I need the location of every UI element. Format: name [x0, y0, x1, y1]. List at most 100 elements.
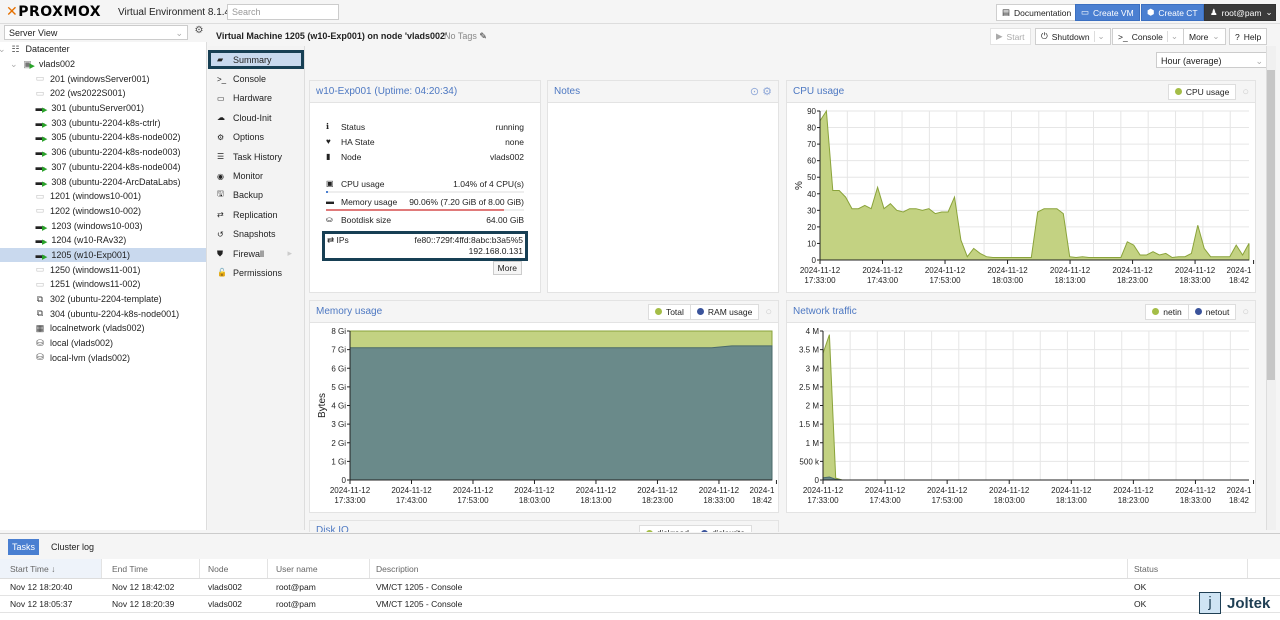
- tree-item[interactable]: ▬ ▶ 1204 (w10-RAv32): [0, 233, 206, 248]
- start-button[interactable]: ▶ Start: [990, 28, 1031, 45]
- tree-item[interactable]: ▭ 1202 (windows10-002): [0, 204, 206, 219]
- search-input[interactable]: Search: [227, 4, 339, 20]
- task-cell: VM/CT 1205 - Console: [376, 582, 463, 592]
- tree-item[interactable]: ▬ ▶ 1203 (windows10-003): [0, 218, 206, 233]
- legend-diskread[interactable]: diskread: [640, 526, 695, 532]
- x-tick-label: 17:53:00: [457, 496, 489, 505]
- hdd-icon: ⛀: [326, 215, 333, 224]
- template-icon: ⧉: [36, 308, 44, 319]
- menu-item-hardware[interactable]: ▭ Hardware: [208, 89, 304, 108]
- x-tick-label: 18:23:00: [642, 496, 674, 505]
- disk-io-legend[interactable]: diskreaddiskwrite: [638, 525, 752, 532]
- power-icon: ⏻: [1041, 31, 1048, 41]
- y-tick-label: 60: [807, 157, 816, 166]
- tab-cluster-log[interactable]: Cluster log: [47, 539, 98, 555]
- menu-item-task-history[interactable]: ☰ Task History: [208, 147, 304, 166]
- console-button[interactable]: >_ Console ⌄: [1112, 28, 1185, 45]
- timeframe-select[interactable]: Hour (average) ⌄: [1156, 52, 1268, 68]
- col-node[interactable]: Node: [200, 559, 268, 578]
- tree-item[interactable]: ▬ ▶ 307 (ubuntu-2204-k8s-node004): [0, 160, 206, 175]
- tree-item[interactable]: ⧉ 302 (ubuntu-2204-template): [0, 292, 206, 307]
- tree-item[interactable]: ▬ ▶ 301 (ubuntuServer001): [0, 101, 206, 116]
- tree-item[interactable]: ▭ 201 (windowsServer001): [0, 71, 206, 86]
- x-tick-label: 18:42: [752, 496, 773, 505]
- tree-item[interactable]: ▭ 1201 (windows10-001): [0, 189, 206, 204]
- tree-item[interactable]: ▦ localnetwork (vlads002): [0, 321, 206, 336]
- memory-icon: ▬: [326, 197, 334, 206]
- col-end-time[interactable]: End Time: [102, 559, 200, 578]
- task-row[interactable]: Nov 12 18:20:40 Nov 12 18:42:02 vlads002 ro…: [0, 579, 1280, 596]
- menu-item-firewall[interactable]: ⛊ Firewall ▸: [208, 244, 304, 263]
- tags-edit[interactable]: No Tags ✎: [444, 31, 487, 42]
- gear-icon[interactable]: ⚙: [762, 86, 772, 98]
- expand-icon[interactable]: ⊙: [750, 86, 759, 98]
- expand-chevron-icon[interactable]: ⌄: [10, 59, 18, 70]
- help-button[interactable]: ? Help: [1229, 28, 1268, 45]
- x-tick-label: 2024-11-12: [987, 266, 1028, 275]
- col-user-name[interactable]: User name: [268, 559, 370, 578]
- content-scrollbar-thumb[interactable]: [1267, 70, 1275, 380]
- legend-netin[interactable]: netin: [1146, 304, 1189, 319]
- y-tick-label: 3 M: [806, 364, 820, 373]
- collapse-icon[interactable]: ○: [1242, 306, 1249, 318]
- menu-item-options[interactable]: ⚙ Options: [208, 128, 304, 147]
- memory-legend[interactable]: Total RAM usage: [647, 303, 760, 320]
- vm-title: Virtual Machine 1205 (w10-Exp001) on nod…: [216, 31, 448, 41]
- legend-dot: [654, 308, 662, 315]
- legend-diskwrite[interactable]: diskwrite: [695, 526, 751, 532]
- documentation-button[interactable]: ▤ Documentation: [996, 4, 1078, 21]
- shutdown-button[interactable]: ⏻ Shutdown ⌄: [1035, 28, 1111, 45]
- tree-item[interactable]: ⛁ local-lvm (vlads002): [0, 350, 206, 365]
- tree-item[interactable]: ⛁ local (vlads002): [0, 336, 206, 351]
- menu-item-monitor[interactable]: ◉ Monitor: [208, 166, 304, 185]
- col-status[interactable]: Status: [1128, 559, 1248, 578]
- tree-item[interactable]: ⌄ ☷ Datacenter: [0, 42, 206, 57]
- menu-item-backup[interactable]: 🖫 Backup: [208, 186, 304, 205]
- tree-item[interactable]: ▬ ▶ 303 (ubuntu-2204-k8s-ctrlr): [0, 115, 206, 130]
- running-badge-icon: ▶: [42, 165, 48, 173]
- tree-item[interactable]: ▬ ▶ 308 (ubuntu-2204-ArcDataLabs): [0, 174, 206, 189]
- memory-usage-chart: 01 Gi2 Gi3 Gi4 Gi5 Gi6 Gi7 Gi8 Gi2024-11…: [317, 327, 777, 505]
- more-ips-button[interactable]: More: [492, 261, 522, 275]
- tree-item[interactable]: ⧉ 304 (ubuntu-2204-k8s-node001): [0, 306, 206, 321]
- task-row[interactable]: Nov 12 18:05:37 Nov 12 18:20:39 vlads002 ro…: [0, 596, 1280, 613]
- expand-chevron-icon[interactable]: ⌄: [0, 44, 6, 55]
- ip-address: 192.168.0.131: [468, 246, 523, 256]
- create-vm-button[interactable]: ▭ Create VM: [1075, 4, 1140, 21]
- col-description[interactable]: Description: [370, 559, 1128, 578]
- menu-item-snapshots[interactable]: ↺ Snapshots: [208, 225, 304, 244]
- collapse-icon[interactable]: ○: [1242, 86, 1249, 98]
- menu-item-permissions[interactable]: 🔓 Permissions: [208, 263, 304, 282]
- tree-item[interactable]: ▬ ▶ 306 (ubuntu-2204-k8s-node003): [0, 145, 206, 160]
- legend-cpu-usage[interactable]: CPU usage: [1169, 85, 1235, 99]
- menu-item-label: Hardware: [233, 93, 273, 104]
- x-tick-label: 18:42: [1229, 276, 1250, 285]
- tree-item[interactable]: ▬ ▶ 305 (ubuntu-2204-k8s-node002): [0, 130, 206, 145]
- server-view-select[interactable]: Server View ⌄: [4, 25, 188, 40]
- tree-item[interactable]: ▭ 202 (ws2022S001): [0, 86, 206, 101]
- x-tick-label: 2024-11-12: [1050, 266, 1091, 275]
- menu-item-replication[interactable]: ⇄ Replication: [208, 205, 304, 224]
- network-legend[interactable]: netin netout: [1145, 303, 1237, 320]
- legend-netout[interactable]: netout: [1189, 305, 1236, 319]
- tree-item[interactable]: ▬ ▶ 1205 (w10-Exp001): [0, 247, 206, 263]
- menu-item-cloud-init[interactable]: ☁ Cloud-Init: [208, 108, 304, 127]
- user-menu-button[interactable]: ♟ root@pam ⌄: [1204, 4, 1276, 21]
- tree-item[interactable]: ▭ 1250 (windows11-001): [0, 262, 206, 277]
- collapse-icon[interactable]: ○: [765, 306, 772, 318]
- tab-tasks[interactable]: Tasks: [8, 538, 40, 555]
- cpu-legend[interactable]: CPU usage: [1167, 83, 1237, 100]
- tree-item[interactable]: ▭ 1251 (windows11-002): [0, 277, 206, 292]
- tree-item[interactable]: ⌄ ▣ ▶ vlads002: [0, 57, 206, 72]
- tree-item-label: 307 (ubuntu-2204-k8s-node004): [51, 161, 181, 172]
- gear-icon[interactable]: ⚙: [191, 25, 207, 40]
- info-icon: ℹ: [326, 122, 330, 131]
- legend-total[interactable]: Total: [649, 304, 691, 319]
- menu-item-label: Backup: [233, 190, 264, 201]
- menu-item-console[interactable]: >_ Console: [208, 69, 304, 88]
- legend-ram-usage[interactable]: RAM usage: [691, 305, 758, 319]
- menu-item-summary[interactable]: ▰ Summary: [208, 50, 304, 70]
- more-button[interactable]: More ⌄: [1183, 28, 1226, 45]
- create-ct-button[interactable]: ⬢ Create CT: [1141, 4, 1204, 21]
- col-start-time[interactable]: Start Time ↓: [0, 559, 102, 578]
